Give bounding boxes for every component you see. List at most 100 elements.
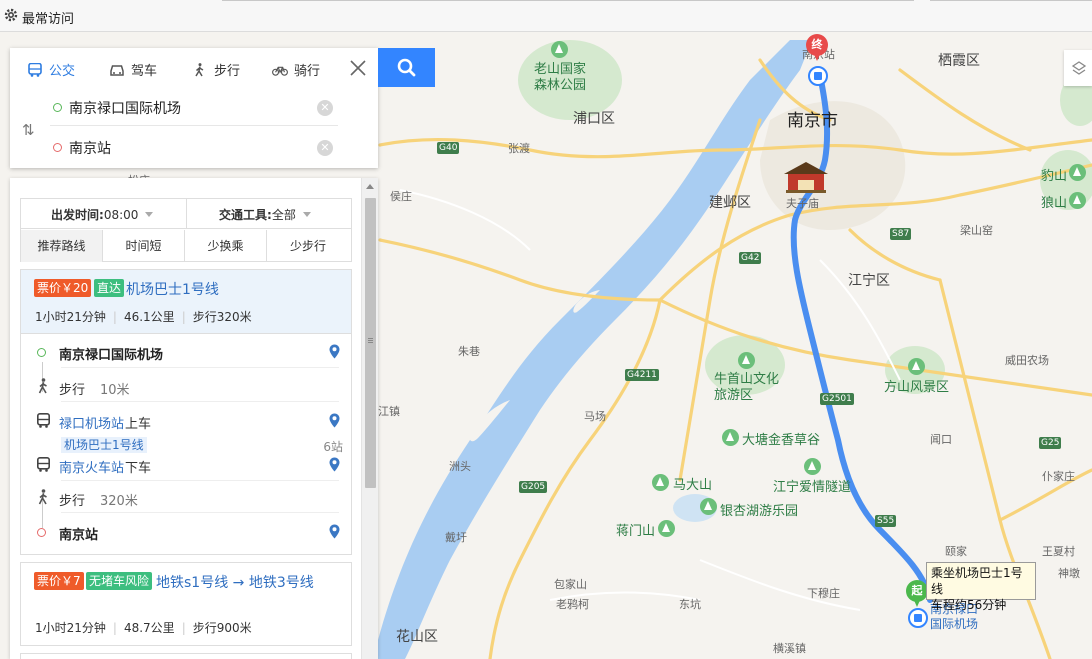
road-shield: G42	[739, 252, 762, 264]
start-dot-icon	[37, 348, 46, 357]
map-label-district: 栖霞区	[938, 53, 980, 69]
divider	[222, 0, 914, 1]
gear-icon[interactable]	[3, 7, 19, 23]
fare-badge: 票价￥7	[34, 572, 84, 590]
location-pin-icon[interactable]	[329, 524, 340, 539]
tab-fewest-transfers[interactable]: 少换乘	[185, 230, 267, 262]
chevron-down-icon	[145, 212, 154, 217]
tab-shortest-time[interactable]: 时间短	[103, 230, 185, 262]
map-label-place: 仆家庄	[1042, 470, 1075, 483]
map-label-place: 横溪镇	[773, 642, 806, 655]
road-shield: S55	[875, 515, 897, 527]
tooltip-line: 乘坐机场巴士1号线	[931, 566, 1023, 596]
mode-transit[interactable]: 公交	[27, 60, 75, 79]
scrollbar[interactable]	[361, 178, 378, 659]
map-label-district: 花山区	[396, 629, 438, 645]
vehicle-select[interactable]: 交通工具:全部	[219, 206, 311, 223]
tab-recommended[interactable]: 推荐路线	[21, 230, 103, 262]
bookmark-bar: 最常访问	[0, 0, 1092, 32]
bus-station-icon[interactable]	[808, 66, 828, 86]
map-label-park: 银杏湖游乐园	[720, 504, 799, 519]
map-label-park: 豹山	[1041, 169, 1068, 184]
mode-label: 骑行	[294, 64, 321, 79]
end-marker[interactable]: 终	[806, 34, 828, 62]
road-shield: G4211	[625, 369, 659, 381]
route-meta: 1小时21分钟 | 48.7公里 | 步行900米	[35, 621, 252, 635]
route-search-box: 公交 驾车 步行 骑行 ⇅ 南京禄口国际机场 ✕ 南京站 ✕	[10, 48, 378, 168]
depart-time-select[interactable]: 出发时间:08:00	[51, 206, 154, 223]
map-label-place: 神墩	[1058, 567, 1080, 580]
clear-origin-icon[interactable]: ✕	[317, 100, 333, 116]
mode-label: 驾车	[131, 64, 158, 79]
bus-icon	[37, 457, 50, 472]
bike-icon	[272, 66, 288, 76]
bus-line-tag[interactable]: 机场巴士1号线	[61, 437, 147, 453]
map-label-park: 马大山	[673, 478, 713, 493]
road-shield: G25	[1039, 437, 1062, 449]
step-text: 南京站	[59, 528, 99, 543]
map-label-city: 南京市	[787, 111, 838, 131]
chevron-down-icon	[302, 212, 311, 217]
route-title[interactable]: 地铁s1号线 → 地铁3号线	[156, 572, 314, 592]
search-button[interactable]	[378, 48, 435, 87]
close-icon[interactable]	[348, 58, 368, 78]
road-shield: G2501	[820, 393, 854, 405]
map-label-district: 江宁区	[848, 273, 890, 289]
map-label-district: 浦口区	[573, 111, 615, 127]
map-label-place: 颐家	[945, 545, 967, 558]
swap-icon[interactable]: ⇅	[22, 121, 35, 139]
walk-icon	[38, 489, 47, 505]
tooltip-line: 车程约56分钟	[931, 598, 1007, 612]
tab-least-walking[interactable]: 少步行	[267, 230, 349, 262]
route-title[interactable]: 机场巴士1号线	[126, 279, 219, 299]
scroll-up-icon[interactable]	[366, 184, 374, 189]
map-label-park: 牛首山文化旅游区	[714, 372, 780, 403]
step-text: 南京禄口国际机场	[59, 348, 164, 363]
route-results-panel: 出发时间:08:00 交通工具:全部 推荐路线 时间短 少换乘 少步行 票价￥2…	[10, 178, 378, 659]
map-label-place: 马场	[584, 410, 606, 423]
location-pin-icon[interactable]	[329, 413, 340, 428]
map-label-park: 狼山	[1041, 196, 1068, 211]
step-text: 步行	[59, 383, 86, 398]
map-label-place: 下穆庄	[807, 587, 840, 600]
destination-input[interactable]: 南京站	[69, 138, 111, 158]
scrollbar-thumb[interactable]	[365, 198, 376, 488]
start-marker[interactable]: 起	[906, 580, 928, 608]
map-label-place: 王夏村	[1042, 545, 1075, 558]
route-tooltip: 乘坐机场巴士1号线 车程约56分钟	[926, 562, 1036, 612]
layers-icon	[1071, 61, 1087, 75]
map-label-park: 大塘金香草谷	[742, 433, 821, 448]
location-pin-icon[interactable]	[329, 344, 340, 359]
origin-input[interactable]: 南京禄口国际机场	[69, 98, 181, 118]
route-option[interactable]: 票价￥7 无堵车风险 地铁s1号线 → 地铁3号线 1小时21分钟 | 48.7公里…	[20, 562, 352, 646]
bus-station-icon[interactable]	[908, 608, 928, 628]
map-label-park: 方山风景区	[884, 380, 950, 395]
board-station-link[interactable]: 禄口机场站	[59, 413, 124, 432]
most-visited-bookmark[interactable]: 最常访问	[22, 8, 74, 27]
clear-destination-icon[interactable]: ✕	[317, 140, 333, 156]
map-label-place: 夫子庙	[786, 197, 819, 210]
step-text: 步行	[59, 494, 86, 509]
road-shield: G205	[519, 481, 548, 493]
road-shield: S87	[890, 228, 912, 240]
route-option[interactable]	[20, 653, 352, 659]
map-label-place: 戴圩	[445, 531, 467, 544]
route-header[interactable]: 票价￥20 直达 机场巴士1号线 1小时21分钟 | 46.1公里 | 步行320米	[21, 270, 351, 334]
destination-field[interactable]: 南京站 ✕	[50, 130, 338, 166]
location-pin-icon[interactable]	[329, 457, 340, 472]
mode-bike[interactable]: 骑行	[272, 60, 320, 79]
fuzimiao-landmark-icon[interactable]	[784, 160, 828, 194]
map-label-place: 包家山	[554, 578, 587, 591]
road-shield: G40	[437, 142, 460, 154]
route-option[interactable]: 票价￥20 直达 机场巴士1号线 1小时21分钟 | 46.1公里 | 步行320米 南…	[20, 269, 352, 555]
map-layer-control[interactable]	[1064, 50, 1092, 86]
mode-label: 步行	[214, 64, 241, 79]
divider	[930, 0, 1092, 1]
mode-drive[interactable]: 驾车	[109, 60, 157, 79]
transport-mode-tabs: 公交 驾车 步行 骑行	[10, 48, 350, 88]
alight-station-link[interactable]: 南京火车站	[59, 457, 124, 476]
stop-count[interactable]: 6站	[323, 438, 343, 455]
park-icon	[804, 458, 821, 475]
mode-walk[interactable]: 步行	[192, 60, 240, 79]
origin-field[interactable]: 南京禄口国际机场 ✕	[50, 90, 338, 126]
